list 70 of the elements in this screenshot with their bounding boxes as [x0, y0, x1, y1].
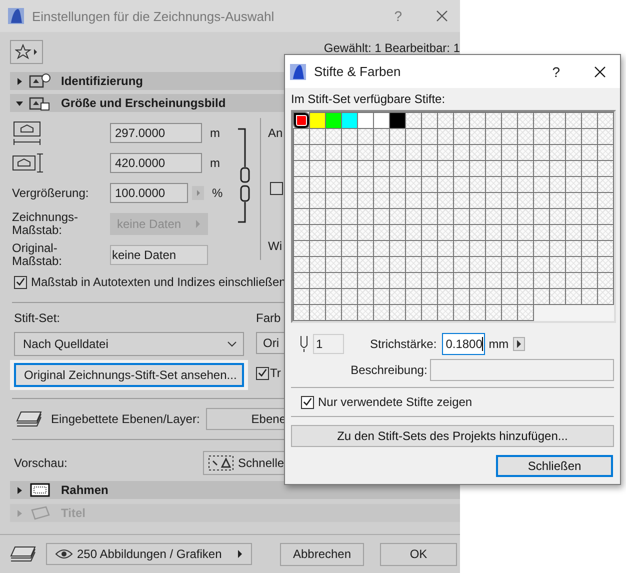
arrow-icon: [238, 550, 243, 558]
layers-icon: [16, 411, 42, 427]
selection-info: Gewählt: 1 Bearbeitbar: 1: [324, 41, 460, 55]
collapsed-icon[interactable]: [16, 78, 23, 84]
original-scale-field: keine Daten: [110, 244, 208, 264]
weight-label: Strichstärke:: [370, 337, 437, 351]
original-scale-label: Original-Maßstab:: [12, 242, 64, 268]
color-label: Farb: [256, 311, 281, 325]
pen-swatch[interactable]: [310, 113, 325, 128]
checkbox-label: Tr: [270, 366, 281, 380]
pen-set-label: Stift-Set:: [14, 311, 62, 325]
checkbox[interactable]: [270, 182, 283, 195]
favorites-button[interactable]: [10, 40, 43, 64]
layers-label: Eingebettete Ebenen/Layer:: [51, 412, 201, 426]
checkbox-label: Maßstab in Autotexten und Indizes einschließen: [31, 275, 286, 289]
unit-label: m: [210, 126, 220, 140]
chevron-down-icon: [227, 341, 237, 347]
checkbox[interactable]: [256, 366, 269, 380]
arrow-button[interactable]: [512, 337, 525, 351]
app-icon: [8, 8, 24, 24]
window-title: Einstellungen für die Zeichnungs-Auswahl: [32, 8, 276, 24]
section-icon: [29, 95, 51, 111]
height-field[interactable]: 420.0000: [110, 153, 202, 173]
collapsed-icon[interactable]: [16, 486, 23, 494]
pen-swatch[interactable]: [374, 113, 389, 128]
section-icon: [29, 73, 51, 89]
arrow-icon: [195, 220, 201, 228]
magnification-label: Vergrößerung:: [12, 186, 90, 200]
view-pen-set-button[interactable]: Original Zeichnungs-Stift-Set ansehen...: [14, 363, 244, 387]
pen-swatch[interactable]: [358, 113, 373, 128]
pen-swatch[interactable]: [390, 113, 405, 128]
unit-label: mm: [488, 337, 509, 351]
close-button[interactable]: Schließen: [496, 455, 613, 477]
label: An: [268, 126, 283, 142]
description-field[interactable]: [430, 359, 614, 381]
help-button[interactable]: ?: [552, 64, 560, 80]
weight-field[interactable]: 0.1800: [442, 333, 485, 355]
preview-icon: [208, 455, 234, 471]
checkbox-label: Nur verwendete Stifte zeigen: [318, 395, 472, 409]
unit-label: %: [212, 186, 223, 200]
label: Wi: [268, 239, 283, 253]
section-header[interactable]: Rahmen: [10, 481, 460, 499]
magnification-field[interactable]: 100.0000: [110, 183, 188, 203]
close-icon[interactable]: [594, 66, 606, 78]
description-label: Beschreibung:: [350, 363, 428, 377]
pen-swatch[interactable]: [326, 113, 341, 128]
height-icon: [12, 151, 44, 175]
expanded-icon[interactable]: [16, 100, 23, 106]
layers-icon: [10, 546, 36, 562]
pen-grid-label: Im Stift-Set verfügbare Stifte:: [291, 92, 446, 107]
pen-icon: [299, 335, 309, 353]
label-icon: [29, 505, 51, 521]
pen-set-dropdown[interactable]: Nach Quelldatei: [14, 332, 244, 356]
pictures-dropdown[interactable]: 250 Abbildungen / Grafiken: [46, 543, 252, 565]
cancel-button[interactable]: Abbrechen: [280, 542, 364, 566]
frame-icon: [29, 482, 51, 498]
add-to-pen-sets-button[interactable]: Zu den Stift-Sets des Projekts hinzufügen...: [291, 425, 614, 447]
preview-label: Vorschau:: [14, 456, 68, 470]
unit-label: m: [210, 156, 220, 170]
eye-icon: [55, 549, 73, 559]
pen-number-field[interactable]: 1: [313, 334, 344, 354]
pen-swatch[interactable]: [342, 113, 357, 128]
app-icon: [290, 64, 306, 80]
checkbox[interactable]: [301, 396, 314, 408]
ok-button[interactable]: OK: [380, 542, 457, 566]
drawing-scale-label: Zeichnungs-Maßstab:: [12, 210, 80, 236]
pen-swatch[interactable]: [294, 113, 309, 128]
checkbox[interactable]: [14, 276, 27, 288]
width-field[interactable]: 297.0000: [110, 123, 202, 143]
chain-link-icon: [236, 128, 250, 224]
